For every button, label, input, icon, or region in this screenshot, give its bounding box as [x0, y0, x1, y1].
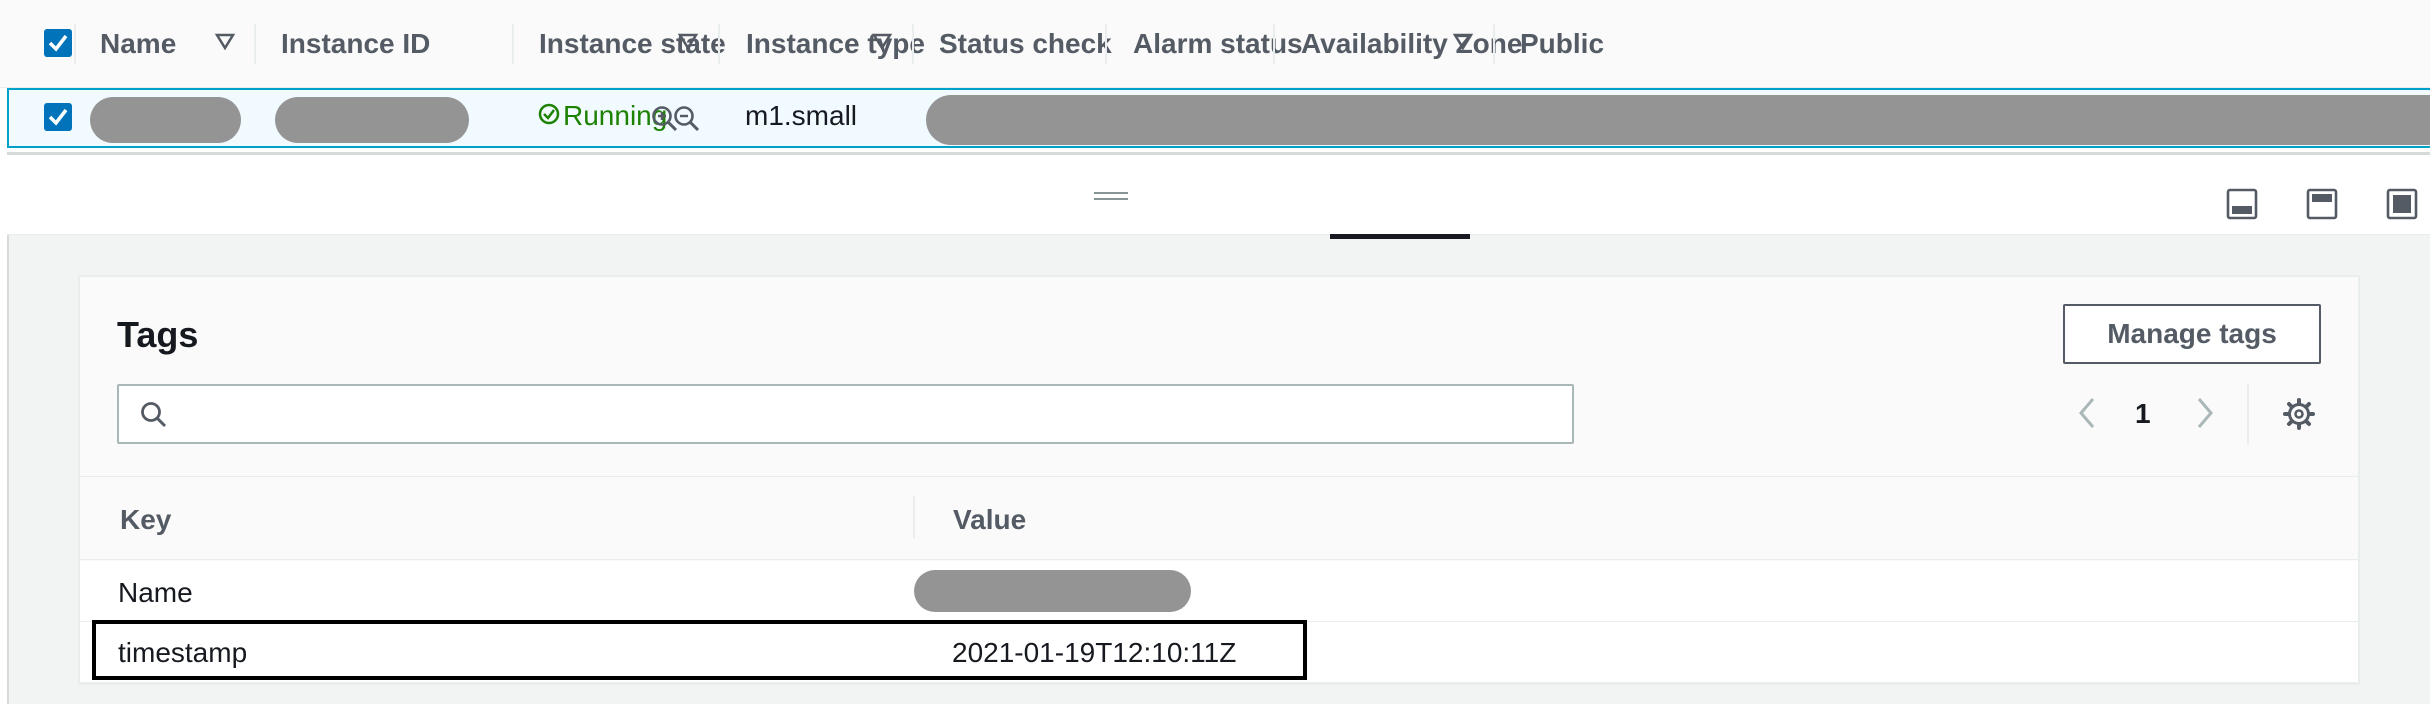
fullscreen-icon[interactable] [2386, 188, 2418, 220]
redacted-name [90, 97, 241, 143]
tags-column-value: Value [953, 504, 1027, 535]
search-icon [141, 402, 167, 428]
dock-bottom-icon[interactable] [2226, 188, 2258, 220]
status-running-icon [538, 103, 560, 125]
column-divider [913, 496, 915, 538]
sort-triangle-icon[interactable] [677, 30, 699, 52]
split-panel-header [7, 155, 2430, 235]
sort-triangle-icon[interactable] [871, 30, 893, 52]
column-header-name[interactable]: Name [100, 0, 176, 88]
drag-handle-icon[interactable] [1094, 191, 1128, 201]
column-header-alarm-status[interactable]: Alarm status [1133, 0, 1303, 88]
column-header-instance-id[interactable]: Instance ID [281, 0, 430, 88]
row-checkbox[interactable] [44, 103, 72, 131]
redacted-tag-value [914, 570, 1191, 612]
tags-search-input[interactable] [117, 384, 1574, 444]
pagination-divider [2247, 384, 2249, 444]
checkbox-checked-icon [48, 34, 68, 52]
highlight-box [92, 620, 1307, 680]
page-number[interactable]: 1 [2135, 398, 2151, 430]
active-tab-indicator [1330, 234, 1470, 239]
instance-table-header: Name Instance ID Instance state Instance… [0, 0, 2430, 88]
column-header-public[interactable]: Public [1520, 0, 1604, 88]
sort-triangle-icon[interactable] [1452, 30, 1474, 52]
gear-icon[interactable] [2282, 397, 2316, 431]
checkbox-checked-icon [48, 108, 68, 126]
instance-type-value: m1.small [745, 100, 858, 131]
redacted-status-details [926, 95, 2430, 145]
tags-table-header [80, 476, 2358, 560]
column-header-availability-zone[interactable]: Availability Zone [1301, 0, 1522, 88]
select-all-checkbox[interactable] [44, 29, 72, 57]
chevron-right-icon[interactable] [2195, 396, 2215, 430]
dock-side-icon[interactable] [2306, 188, 2338, 220]
column-header-status-check[interactable]: Status check [939, 0, 1112, 88]
redacted-instance-id [275, 97, 469, 143]
zoom-out-icon[interactable] [672, 104, 702, 134]
column-header-instance-type[interactable]: Instance type [746, 0, 925, 88]
tags-column-key: Key [120, 504, 172, 535]
manage-tags-button[interactable]: Manage tags [2063, 304, 2321, 364]
tag-row [80, 561, 2358, 622]
tag-key: Name [118, 577, 193, 608]
chevron-left-icon[interactable] [2077, 396, 2097, 430]
sort-triangle-icon[interactable] [214, 30, 236, 52]
tags-title: Tags [117, 314, 199, 355]
